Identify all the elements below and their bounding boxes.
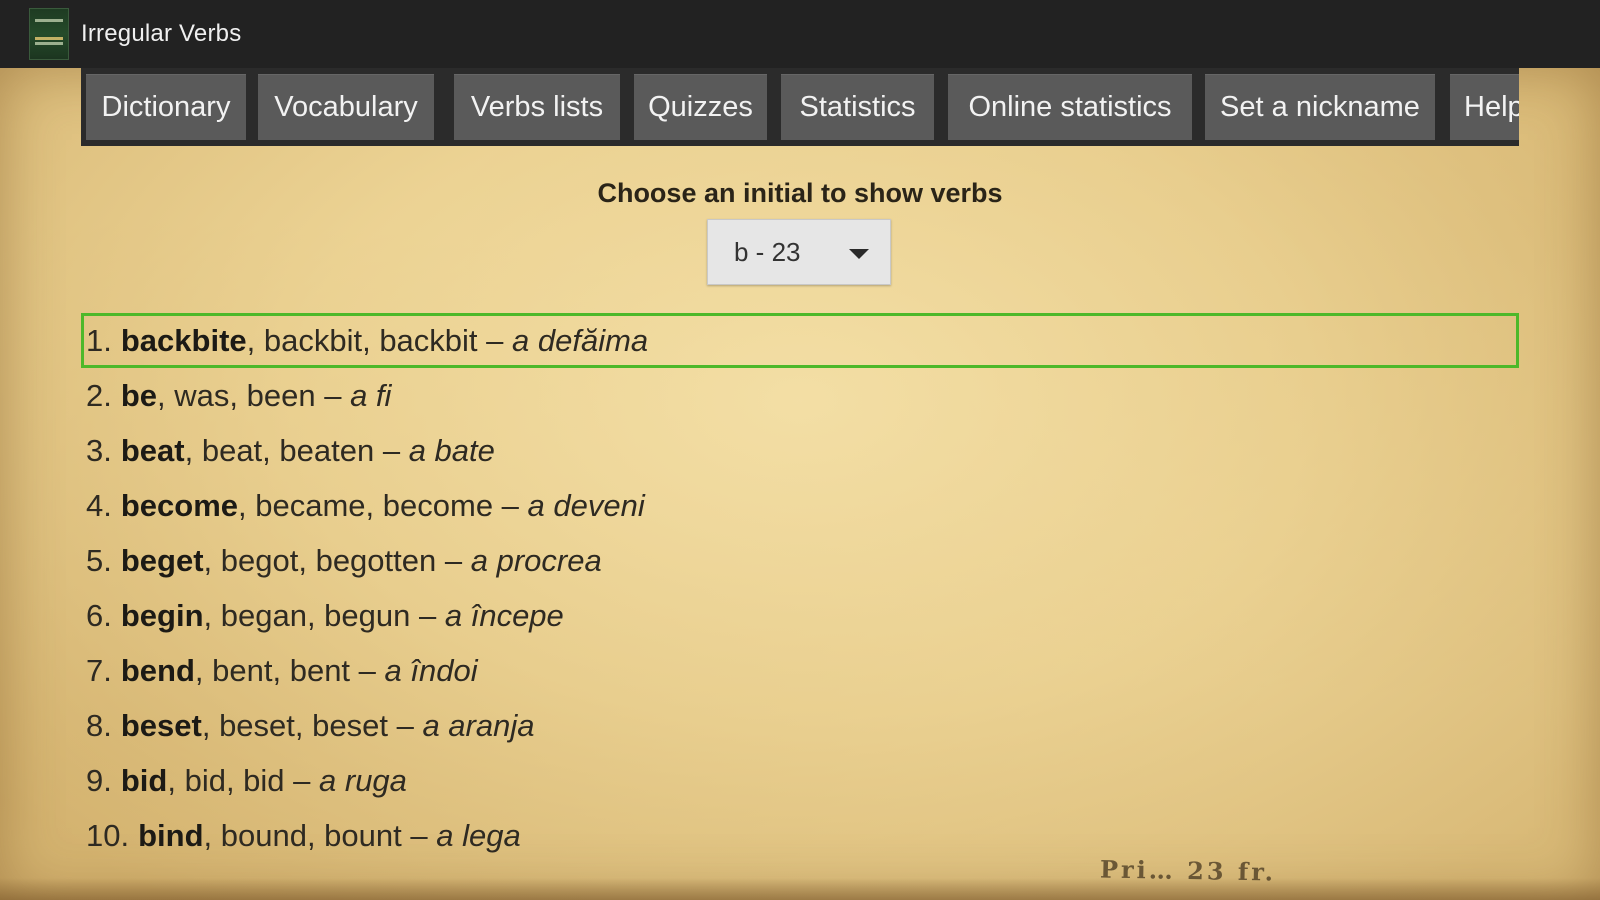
verb-row[interactable]: 3. beat, beat, beaten – a bate <box>81 423 1519 478</box>
verb-number: 3. <box>86 432 112 468</box>
verb-translation: a bate <box>408 432 495 468</box>
tab-verbs-lists[interactable]: Verbs lists <box>454 74 620 140</box>
chevron-down-icon <box>849 249 869 259</box>
verb-number: 2. <box>86 377 112 413</box>
verb-base-form: begin <box>120 597 204 633</box>
verb-number: 5. <box>86 542 112 578</box>
app-title: Irregular Verbs <box>81 20 242 47</box>
verb-forms: , beat, beaten – <box>184 432 409 468</box>
verb-translation: a ruga <box>319 762 407 798</box>
book-icon <box>29 8 69 60</box>
verb-forms: , backbit, backbit – <box>246 322 513 358</box>
verb-forms: , became, become – <box>238 487 528 523</box>
verb-forms: , was, been – <box>157 377 351 413</box>
verb-base-form: be <box>120 377 158 413</box>
verb-row[interactable]: 7. bend, bent, bent – a îndoi <box>81 643 1519 698</box>
verb-forms: , began, begun – <box>203 597 445 633</box>
choose-initial-label: Choose an initial to show verbs <box>597 178 1003 208</box>
tab-set-nickname[interactable]: Set a nickname <box>1205 74 1435 140</box>
verb-number: 6. <box>86 597 112 633</box>
verb-base-form: beat <box>120 432 185 468</box>
verb-forms: , beset, beset – <box>201 707 423 743</box>
verb-forms: , bid, bid – <box>167 762 320 798</box>
tab-help[interactable]: Help <box>1450 74 1519 140</box>
tab-statistics[interactable]: Statistics <box>781 74 934 140</box>
tab-vocabulary[interactable]: Vocabulary <box>258 74 434 140</box>
verb-number: 9. <box>86 762 112 798</box>
verb-row[interactable]: 6. begin, began, begun – a începe <box>81 588 1519 643</box>
tab-dictionary[interactable]: Dictionary <box>86 74 246 140</box>
verb-base-form: beget <box>120 542 204 578</box>
paper-edge <box>0 878 1600 900</box>
verb-translation: a lega <box>436 817 521 853</box>
price-stamp: Pri… 23 fr. <box>1099 854 1277 887</box>
verb-forms: , bound, bount – <box>203 817 437 853</box>
verb-row[interactable]: 2. be, was, been – a fi <box>81 368 1519 423</box>
verb-list: 1. backbite, backbit, backbit – a defăima… <box>81 313 1519 863</box>
initial-dropdown[interactable]: b - 23 <box>707 219 891 285</box>
verb-forms: , begot, begotten – <box>203 542 471 578</box>
verb-translation: a îndoi <box>384 652 478 688</box>
tab-online-statistics[interactable]: Online statistics <box>948 74 1192 140</box>
verb-translation: a deveni <box>527 487 645 523</box>
verb-base-form: bind <box>138 817 204 853</box>
verb-translation: a aranja <box>422 707 535 743</box>
tab-bar: Dictionary Vocabulary Verbs lists Quizze… <box>81 68 1519 146</box>
verb-base-form: beset <box>120 707 202 743</box>
verb-base-form: become <box>120 487 239 523</box>
verb-base-form: bend <box>120 652 195 688</box>
verb-row[interactable]: 5. beget, begot, begotten – a procrea <box>81 533 1519 588</box>
verb-translation: a fi <box>350 377 392 413</box>
verb-row[interactable]: 8. beset, beset, beset – a aranja <box>81 698 1519 753</box>
verb-row[interactable]: 4. become, became, become – a deveni <box>81 478 1519 533</box>
verb-number: 4. <box>86 487 112 523</box>
verb-translation: a defăima <box>512 322 649 358</box>
verb-number: 10. <box>86 817 130 853</box>
verb-translation: a începe <box>444 597 564 633</box>
dropdown-value: b - 23 <box>734 237 801 267</box>
verb-row[interactable]: 9. bid, bid, bid – a ruga <box>81 753 1519 808</box>
verb-row[interactable]: 10. bind, bound, bount – a lega <box>81 808 1519 863</box>
verb-number: 7. <box>86 652 112 688</box>
verb-forms: , bent, bent – <box>194 652 385 688</box>
tab-quizzes[interactable]: Quizzes <box>634 74 767 140</box>
verb-row[interactable]: 1. backbite, backbit, backbit – a defăima <box>81 313 1519 368</box>
verb-number: 8. <box>86 707 112 743</box>
verb-base-form: backbite <box>120 322 247 358</box>
verb-base-form: bid <box>120 762 168 798</box>
verb-number: 1. <box>86 322 112 358</box>
title-bar: Irregular Verbs <box>0 0 1600 68</box>
verb-translation: a procrea <box>470 542 602 578</box>
